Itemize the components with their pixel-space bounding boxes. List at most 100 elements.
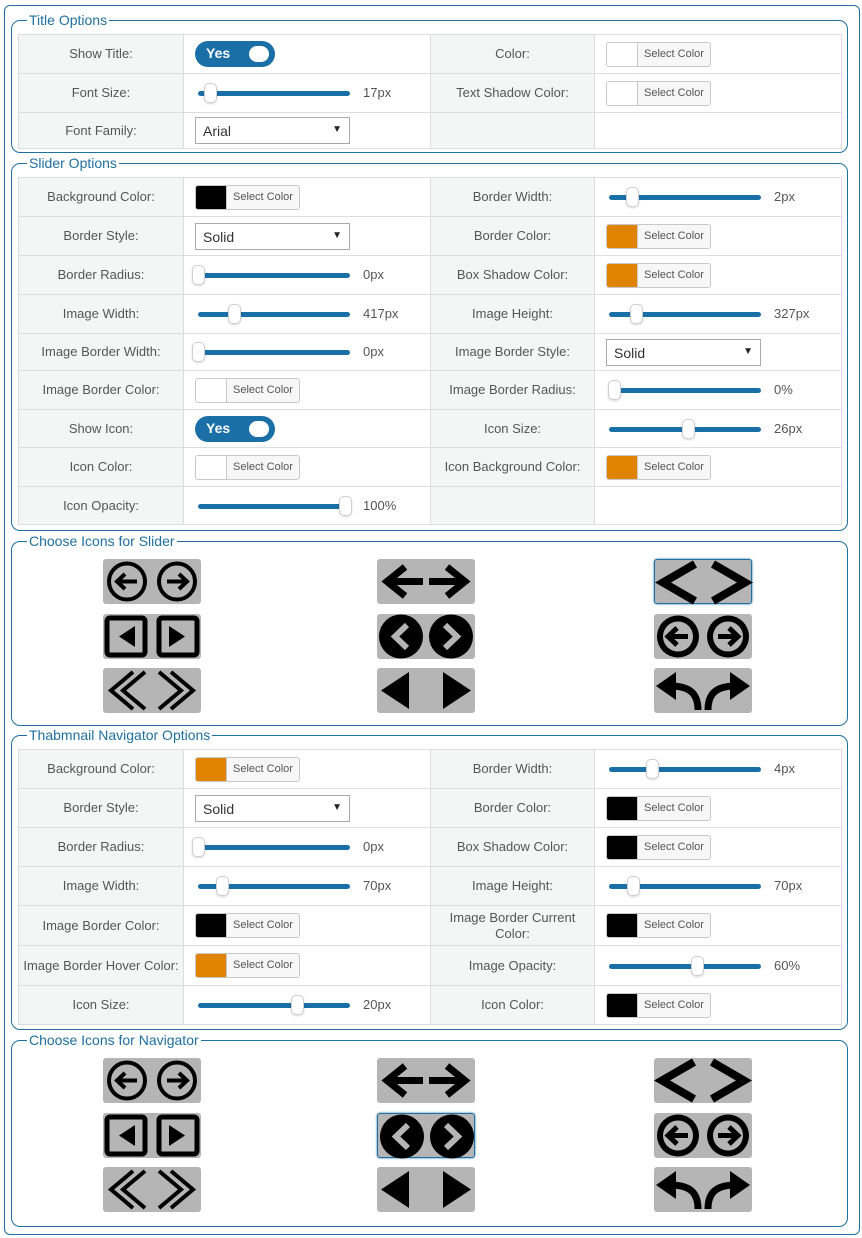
box-shadow-color-button[interactable]: Select Color (606, 262, 711, 288)
title-color-button[interactable]: Select Color (606, 41, 711, 67)
nav-icon-size-slider-handle[interactable] (290, 995, 304, 1015)
icon-color-label: Icon Color: (18, 447, 184, 487)
image-border-style-select[interactable]: Solid ▼ (606, 338, 761, 366)
text-shadow-color-label: Text Shadow Color: (430, 73, 595, 113)
icon-option[interactable] (377, 668, 475, 713)
text-shadow-color-button[interactable]: Select Color (606, 80, 711, 106)
show-title-toggle[interactable]: Yes (195, 41, 275, 67)
icon-option[interactable] (103, 1113, 201, 1158)
image-border-radius-slider-handle[interactable] (607, 380, 621, 400)
nav-border-color-button[interactable]: Select Color (606, 795, 711, 821)
background-color-button[interactable]: Select Color (195, 184, 300, 210)
chevron-down-icon: ▼ (332, 124, 342, 135)
font-family-label: Font Family: (18, 112, 184, 149)
nav-background-color-label: Background Color: (18, 749, 184, 789)
icon-option[interactable] (377, 559, 475, 604)
nav-border-color-label: Border Color: (430, 788, 595, 828)
navigator-options-legend: Thabmnail Navigator Options (27, 727, 213, 743)
icon-option[interactable] (654, 1113, 752, 1158)
border-width-slider-handle[interactable] (625, 187, 639, 207)
nav-image-border-color-button[interactable]: Select Color (195, 913, 300, 938)
nav-border-width-value: 4px (774, 761, 795, 776)
nav-image-border-current-color-button[interactable]: Select Color (606, 913, 711, 938)
nav-image-border-current-color-swatch (607, 914, 638, 937)
font-size-label: Font Size: (18, 73, 184, 113)
border-width-label: Border Width: (430, 177, 595, 217)
icon-option[interactable] (103, 668, 201, 713)
filled-circle-chevrons-icon (379, 614, 473, 659)
chevron-down-icon: ▼ (332, 801, 342, 813)
double-chevrons-icon (107, 670, 197, 711)
border-style-select[interactable]: Solid ▼ (195, 222, 350, 250)
nav-border-width-slider-handle[interactable] (645, 759, 659, 779)
nav-box-shadow-color-button[interactable]: Select Color (606, 834, 711, 860)
title-color-label: Color: (430, 34, 595, 74)
image-border-color-label: Image Border Color: (18, 370, 184, 410)
icon-option[interactable] (103, 559, 201, 604)
nav-image-height-label: Image Height: (430, 866, 595, 906)
bold-arrows-icon (381, 1063, 471, 1098)
border-color-button[interactable]: Select Color (606, 223, 711, 249)
icon-background-color-button[interactable]: Select Color (606, 454, 711, 480)
nav-background-color-button[interactable]: Select Color (195, 756, 300, 782)
nav-image-border-color-label: Image Border Color: (18, 905, 184, 946)
border-color-label: Border Color: (430, 216, 595, 256)
chevrons-icon (654, 1058, 752, 1103)
nav-image-width-slider-handle[interactable] (216, 876, 230, 896)
double-chevrons-icon (107, 1169, 197, 1210)
nav-background-color-swatch (196, 757, 227, 781)
icon-color-button[interactable]: Select Color (195, 454, 300, 480)
border-radius-slider-handle[interactable] (192, 265, 205, 285)
nav-box-shadow-color-swatch (607, 835, 638, 859)
nav-border-style-select[interactable]: Solid ▼ (195, 794, 350, 822)
font-size-slider-handle[interactable] (204, 83, 218, 103)
image-border-width-slider-handle[interactable] (192, 342, 205, 362)
border-color-swatch (607, 224, 638, 248)
nav-image-border-hover-color-label: Image Border Hover Color: (18, 945, 184, 986)
image-height-value: 327px (774, 306, 810, 321)
nav-image-height-slider-handle[interactable] (627, 876, 641, 896)
icon-opacity-slider-handle[interactable] (339, 495, 353, 516)
nav-image-border-hover-color-button[interactable]: Select Color (195, 953, 300, 978)
icon-option[interactable] (377, 614, 475, 659)
icon-option[interactable] (654, 614, 752, 659)
icon-option[interactable] (377, 1058, 475, 1103)
icon-size-slider-handle[interactable] (682, 418, 696, 439)
icon-option[interactable] (654, 668, 752, 713)
icon-option[interactable] (654, 1167, 752, 1212)
nav-image-border-current-color-label: Image Border Current Color: (430, 905, 595, 946)
font-family-select[interactable]: Arial ▼ (195, 117, 350, 144)
curved-arrows-icon (656, 672, 750, 711)
icon-option[interactable] (103, 614, 201, 659)
chevrons-icon (655, 560, 753, 605)
font-size-value: 17px (363, 85, 392, 100)
empty-label-cell (430, 486, 595, 525)
icon-option[interactable] (654, 559, 753, 605)
show-icon-toggle[interactable]: Yes (195, 415, 275, 442)
icon-option[interactable] (103, 1167, 201, 1212)
nav-image-border-color-swatch (196, 914, 227, 937)
nav-icon-color-button[interactable]: Select Color (606, 992, 711, 1018)
bold-arrows-icon (381, 564, 471, 599)
icon-option[interactable] (377, 1167, 475, 1212)
icon-option[interactable] (103, 1058, 201, 1103)
nav-border-radius-label: Border Radius: (18, 827, 184, 867)
nav-image-opacity-slider-handle[interactable] (691, 955, 705, 976)
nav-border-radius-slider-handle[interactable] (192, 837, 205, 857)
nav-icon-size-value: 20px (363, 997, 392, 1012)
image-height-slider-handle[interactable] (630, 304, 644, 324)
image-width-slider-handle[interactable] (228, 304, 242, 324)
triangles-icon (381, 672, 471, 709)
navigator-icon-grid (12, 1041, 847, 1226)
border-width-value: 2px (774, 189, 795, 204)
navigator-options-table: Background Color: Select Color Border Wi… (18, 749, 842, 1025)
border-style-label: Border Style: (18, 216, 184, 256)
background-color-swatch (196, 185, 227, 209)
image-border-color-button[interactable]: Select Color (195, 377, 300, 403)
slider-options-legend: Slider Options (27, 155, 119, 171)
icon-opacity-value: 100% (363, 497, 397, 513)
curved-arrows-icon (656, 1171, 750, 1210)
icon-option[interactable] (654, 1058, 752, 1103)
nav-icon-color-swatch (607, 993, 638, 1017)
icon-option[interactable] (377, 1113, 475, 1159)
